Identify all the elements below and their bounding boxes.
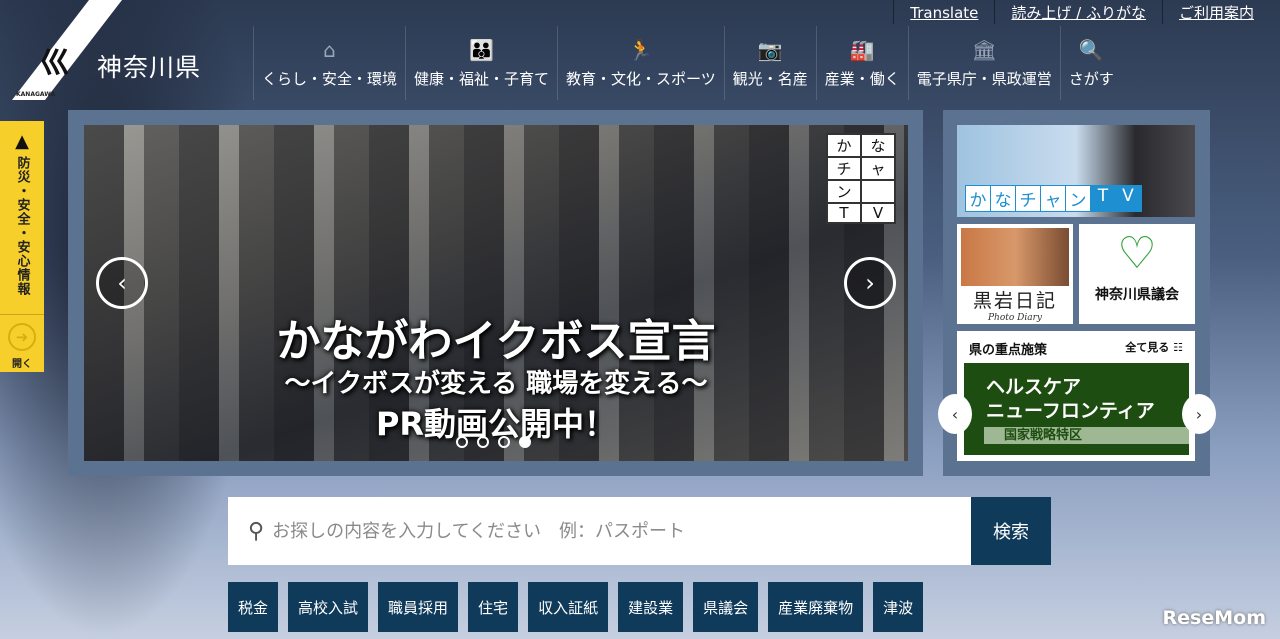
nav-government[interactable]: 🏛 電子県庁・県政運営 [907, 26, 1060, 100]
main-nav: ⌂ くらし・安全・環境 👪 健康・福祉・子育て 🏃 教育・文化・スポーツ 📷 観光・名産… [253, 26, 1122, 100]
read-aloud-link[interactable]: 読み上げ / ふりがな [994, 0, 1162, 24]
disaster-info-tab[interactable]: ▲ 防災・安全・安心情報 ➜ 開く [0, 121, 44, 372]
search-icon: 🔍 [1078, 37, 1104, 62]
nav-health[interactable]: 👪 健康・福祉・子育て [405, 26, 557, 100]
kanachan-tv-banner[interactable]: かなチャンTV [957, 125, 1195, 217]
keyword-tag[interactable]: 産業廃棄物 [768, 582, 864, 632]
assembly-heart-logo-icon: ♡ [1117, 228, 1157, 279]
hero-slider[interactable]: かなチャンTV かながわイクボス宣言 〜イクボスが変える 職場を変える〜 PR動… [84, 125, 908, 461]
site-name[interactable]: 神奈川県 [97, 48, 201, 84]
warning-icon: ▲ [15, 131, 29, 152]
keyword-tag[interactable]: 収入証紙 [528, 582, 609, 632]
search-input[interactable] [272, 520, 953, 542]
slide-dot-1[interactable] [456, 436, 468, 448]
hero-subtitle: 〜イクボスが変える 職場を変える〜 [284, 369, 708, 399]
nav-search[interactable]: 🔍 さがす [1059, 26, 1122, 100]
keyword-tag[interactable]: 税金 [228, 582, 279, 632]
nav-education[interactable]: 🏃 教育・文化・スポーツ [557, 26, 724, 100]
healthcare-frontier-banner[interactable]: ヘルスケア ニューフロンティア 国家戦略特区 [964, 363, 1189, 455]
key-policies-panel: 県の重点施策 全て見る ☷ ヘルスケア ニューフロンティア 国家戦略特区 [957, 331, 1195, 461]
runner-icon: 🏃 [628, 37, 654, 62]
policy-prev-button[interactable]: ‹ [938, 394, 972, 434]
translate-link[interactable]: Translate [893, 0, 994, 24]
slide-dot-2[interactable] [477, 436, 489, 448]
search-button[interactable]: 検索 [971, 497, 1051, 565]
keyword-tag[interactable]: 津波 [873, 582, 924, 632]
family-icon: 👪 [469, 37, 494, 62]
prefectural-assembly-banner[interactable]: ♡ 神奈川県議会 [1079, 224, 1195, 324]
factory-icon: 🏭 [849, 37, 875, 62]
slide-dots [456, 436, 531, 448]
house-icon: ⌂ [323, 37, 336, 62]
kanachan-tv-badge: かなチャンTV [826, 133, 896, 224]
view-all-link[interactable]: 全て見る ☷ [1125, 339, 1183, 358]
keyword-tag[interactable]: 高校入試 [288, 582, 369, 632]
site-search: ⚲ [228, 497, 971, 565]
utility-links: Translate 読み上げ / ふりがな ご利用案内 [893, 0, 1270, 24]
governor-photo [961, 228, 1069, 286]
arrow-right-icon: ➜ [8, 323, 36, 351]
policy-next-button[interactable]: › [1182, 394, 1216, 434]
government-building-icon: 🏛 [971, 37, 997, 62]
keyword-tag[interactable]: 県議会 [693, 582, 759, 632]
camera-icon: 📷 [757, 37, 783, 62]
slide-dot-4[interactable] [519, 436, 531, 448]
nav-living[interactable]: ⌂ くらし・安全・環境 [253, 26, 405, 100]
keyword-tag[interactable]: 建設業 [618, 582, 684, 632]
nav-tourism[interactable]: 📷 観光・名産 [723, 26, 816, 100]
hero-title: かながわイクボス宣言 [276, 316, 716, 367]
next-slide-button[interactable]: › [844, 257, 896, 309]
usage-guide-link[interactable]: ご利用案内 [1161, 0, 1270, 24]
keyword-tag[interactable]: 住宅 [468, 582, 519, 632]
watermark: ReseMom [1162, 607, 1266, 629]
search-icon: ⚲ [248, 518, 265, 544]
popular-keywords: 税金 高校入試 職員採用 住宅 収入証紙 建設業 県議会 産業廃棄物 津波 [228, 582, 924, 632]
prev-slide-button[interactable]: ‹ [96, 257, 148, 309]
nav-industry[interactable]: 🏭 産業・働く [815, 26, 908, 100]
governor-diary-banner[interactable]: 黒岩日記 Photo Diary [957, 224, 1073, 324]
slide-dot-3[interactable] [498, 436, 510, 448]
prefecture-emblem-icon: 巛 [40, 46, 70, 81]
keyword-tag[interactable]: 職員採用 [378, 582, 459, 632]
